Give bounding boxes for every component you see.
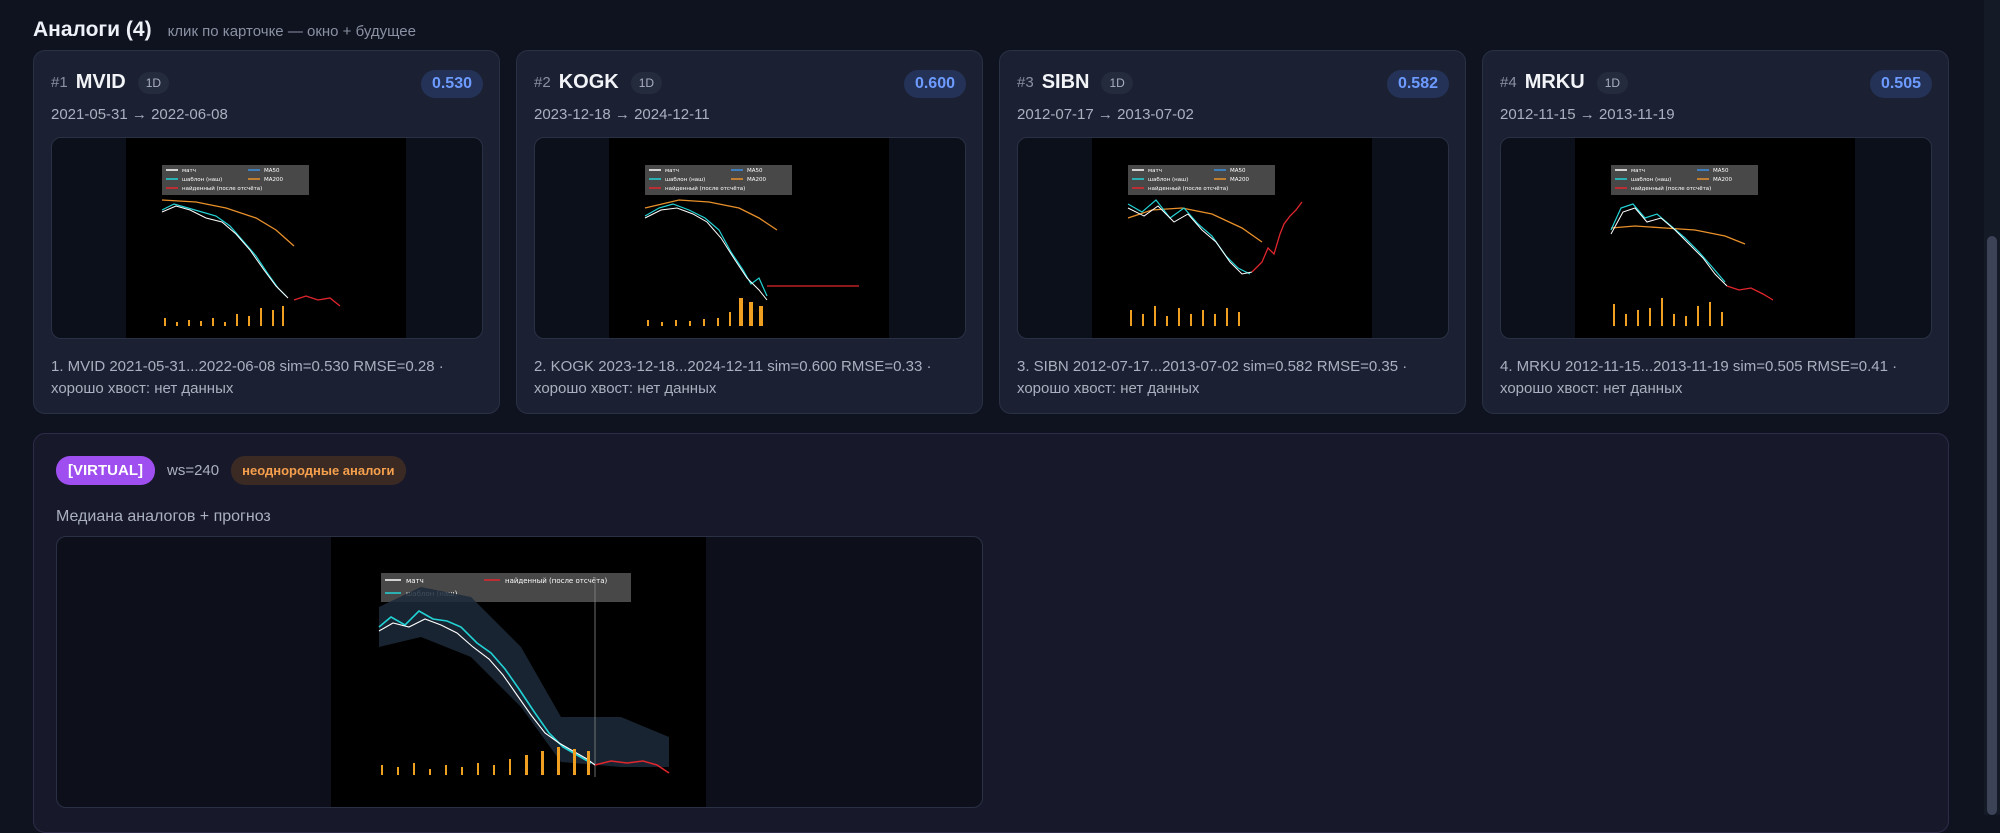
legend-ma200: MA200 bbox=[1713, 177, 1733, 183]
similarity-badge: 0.505 bbox=[1869, 70, 1932, 98]
chart-image: матч шаблон (наш) найденный (после отсчё… bbox=[126, 138, 406, 338]
scrollbar-thumb[interactable] bbox=[1987, 236, 1997, 815]
chart-image: матч шаблон (наш) найденный (после отсчё… bbox=[1092, 138, 1372, 338]
card-chart[interactable]: матч шаблон (наш) найденный (после отсчё… bbox=[534, 137, 966, 339]
virtual-header: [VIRTUAL] ws=240 неоднородные аналоги bbox=[56, 456, 406, 485]
card-rank: #2 bbox=[534, 74, 551, 91]
volume-bars bbox=[1130, 306, 1240, 326]
analog-card[interactable]: #3 SIBN 1D 0.582 2012-07-17 → 2013-07-02… bbox=[999, 50, 1466, 414]
timeframe-badge: 1D bbox=[137, 71, 170, 94]
card-date-range: 2021-05-31 → 2022-06-08 bbox=[51, 106, 228, 123]
legend-ma200: MA200 bbox=[1230, 177, 1250, 183]
section-hint: клик по карточке — окно + будущее bbox=[167, 23, 416, 40]
analog-card[interactable]: #2 KOGK 1D 0.600 2023-12-18 → 2024-12-11… bbox=[516, 50, 983, 414]
window-size-label: ws=240 bbox=[167, 462, 220, 479]
legend-found: найденный (после отсчёта) bbox=[1148, 185, 1228, 192]
legend-found: найденный (после отсчёта) bbox=[665, 185, 745, 192]
legend-ma50: MA50 bbox=[1230, 168, 1246, 174]
virtual-badge: [VIRTUAL] bbox=[56, 456, 155, 485]
legend-template: шаблон (наш) bbox=[1631, 177, 1671, 183]
similarity-badge: 0.600 bbox=[903, 70, 966, 98]
chart-image: матч шаблон (наш) найденный (после отсчё… bbox=[1575, 138, 1855, 338]
legend-ma200: MA200 bbox=[747, 177, 767, 183]
virtual-caption: Медиана аналогов + прогноз bbox=[56, 508, 271, 525]
legend-match: матч bbox=[406, 577, 424, 585]
card-chart[interactable]: матч шаблон (наш) найденный (после отсчё… bbox=[1017, 137, 1449, 339]
card-header: #3 SIBN 1D bbox=[1017, 71, 1133, 94]
legend-template: шаблон (наш) bbox=[182, 177, 222, 183]
similarity-badge: 0.530 bbox=[420, 70, 483, 98]
card-date-range: 2012-07-17 → 2013-07-02 bbox=[1017, 106, 1194, 123]
analog-cards: #1 MVID 1D 0.530 2021-05-31 → 2022-06-08… bbox=[33, 50, 1949, 414]
legend-template: шаблон (наш) bbox=[665, 177, 705, 183]
legend-found: найденный (после отсчёта) bbox=[505, 577, 607, 585]
section-header: Аналоги (4) клик по карточке — окно + бу… bbox=[33, 18, 416, 42]
scrollbar[interactable] bbox=[1984, 0, 2000, 815]
card-description: 3. SIBN 2012-07-17...2013-07-02 sim=0.58… bbox=[1017, 358, 1408, 397]
timeframe-badge: 1D bbox=[630, 71, 663, 94]
legend-ma50: MA50 bbox=[1713, 168, 1729, 174]
timeframe-badge: 1D bbox=[1596, 71, 1629, 94]
card-ticker: MVID bbox=[75, 71, 126, 93]
card-description: 4. MRKU 2012-11-15...2013-11-19 sim=0.50… bbox=[1500, 358, 1898, 397]
card-rank: #3 bbox=[1017, 74, 1034, 91]
card-rank: #1 bbox=[51, 74, 68, 91]
section-title: Аналоги (4) bbox=[33, 18, 152, 41]
card-date-range: 2023-12-18 → 2024-12-11 bbox=[534, 106, 710, 123]
card-header: #4 MRKU 1D bbox=[1500, 71, 1629, 94]
card-ticker: SIBN bbox=[1041, 71, 1090, 93]
timeframe-badge: 1D bbox=[1101, 71, 1133, 94]
virtual-chart[interactable]: матч шаблон (наш) найденный (после отсчё… bbox=[56, 536, 983, 808]
card-description: 2. KOGK 2023-12-18...2024-12-11 sim=0.60… bbox=[534, 358, 932, 397]
card-ticker: KOGK bbox=[558, 71, 619, 93]
card-chart[interactable]: матч шаблон (наш) найденный (после отсчё… bbox=[51, 137, 483, 339]
volume-bars bbox=[164, 306, 284, 326]
card-date-range: 2012-11-15 → 2013-11-19 bbox=[1500, 106, 1675, 123]
card-chart[interactable]: матч шаблон (наш) найденный (после отсчё… bbox=[1500, 137, 1932, 339]
legend-ma50: MA50 bbox=[264, 168, 280, 174]
legend-match: матч bbox=[665, 168, 679, 174]
analog-card[interactable]: #1 MVID 1D 0.530 2021-05-31 → 2022-06-08… bbox=[33, 50, 500, 414]
virtual-analog-panel: [VIRTUAL] ws=240 неоднородные аналоги Ме… bbox=[33, 433, 1949, 833]
legend-match: матч bbox=[1631, 168, 1645, 174]
volume-bars bbox=[381, 747, 590, 775]
card-header: #2 KOGK 1D bbox=[534, 71, 663, 94]
volume-bars bbox=[647, 298, 763, 326]
legend-ma200: MA200 bbox=[264, 177, 284, 183]
legend-found: найденный (после отсчёта) bbox=[1631, 185, 1711, 192]
volume-bars bbox=[1613, 298, 1723, 326]
legend-found: найденный (после отсчёта) bbox=[182, 185, 262, 192]
analog-card[interactable]: #4 MRKU 1D 0.505 2012-11-15 → 2013-11-19… bbox=[1482, 50, 1949, 414]
legend-match: матч bbox=[182, 168, 196, 174]
heterogeneous-tag: неоднородные аналоги bbox=[231, 456, 406, 485]
card-description: 1. MVID 2021-05-31...2022-06-08 sim=0.53… bbox=[51, 358, 444, 397]
legend-template: шаблон (наш) bbox=[1148, 177, 1188, 183]
card-header: #1 MVID 1D bbox=[51, 71, 170, 94]
legend-ma50: MA50 bbox=[747, 168, 763, 174]
similarity-badge: 0.582 bbox=[1386, 70, 1449, 98]
card-rank: #4 bbox=[1500, 74, 1517, 91]
legend-match: матч bbox=[1148, 168, 1162, 174]
chart-image: матч шаблон (наш) найденный (после отсчё… bbox=[609, 138, 889, 338]
chart-image: матч шаблон (наш) найденный (после отсчё… bbox=[331, 537, 706, 807]
card-ticker: MRKU bbox=[1524, 71, 1585, 93]
